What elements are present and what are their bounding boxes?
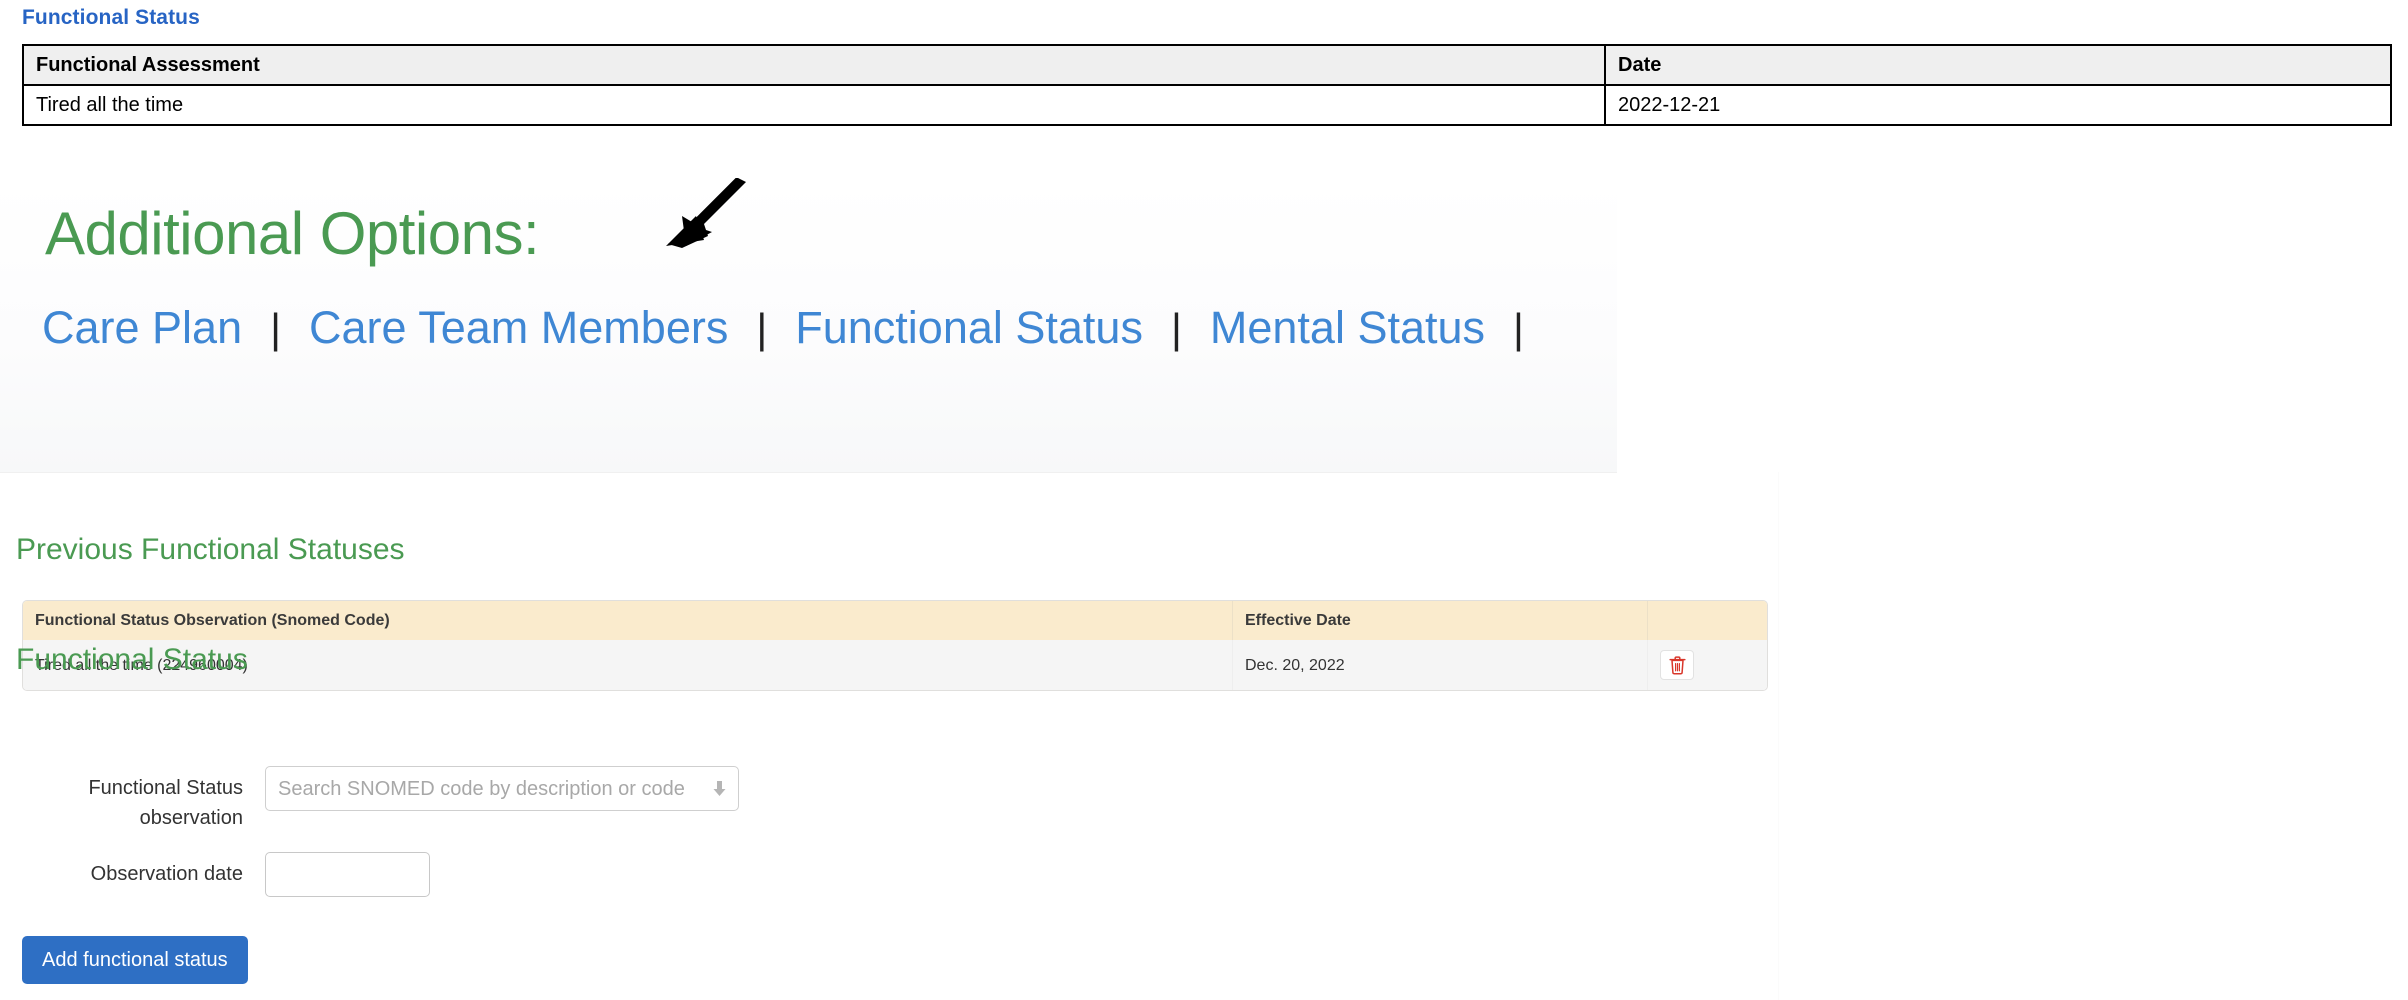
arrow-down-icon [713,781,726,796]
column-header-observation: Functional Status Observation (Snomed Co… [23,601,1233,641]
additional-options-title: Additional Options: [45,200,540,267]
page-title: Functional Status [22,6,200,29]
trash-icon [1668,656,1686,675]
select-placeholder-text: Search SNOMED code by description or cod… [278,777,685,800]
cell-date: 2022-12-21 [1604,84,2392,126]
label-functional-status-observation: Functional Status observation [88,777,243,829]
table-row: Tired all the time (224960004) Dec. 20, … [23,640,1767,691]
column-header-actions [1647,601,1767,641]
link-care-team-members[interactable]: Care Team Members [309,305,728,350]
table-row: Tired all the time 2022-12-21 [22,84,2392,126]
form-heading: Functional Status [16,643,248,676]
previous-statuses-table: Functional Status Observation (Snomed Co… [22,600,1768,692]
table-header-row: Functional Status Observation (Snomed Co… [23,601,1767,641]
link-separator: | [270,305,282,352]
table-header-row: Functional Assessment Date [22,44,2392,86]
form-row-functional-status-observation: Functional Status observation Search SNO… [0,766,739,833]
column-header-effective-date: Effective Date [1232,601,1648,641]
content-container-edge [1778,472,1779,1000]
previous-statuses-heading: Previous Functional Statuses [16,533,405,566]
cell-effective-date: Dec. 20, 2022 [1232,640,1648,691]
link-separator: | [756,305,768,352]
link-separator: | [1170,305,1182,352]
link-functional-status[interactable]: Functional Status [795,305,1143,350]
link-mental-status[interactable]: Mental Status [1210,305,1485,350]
link-care-plan[interactable]: Care Plan [42,305,242,350]
additional-options-links: Care Plan | Care Team Members | Function… [42,305,1552,350]
add-functional-status-button[interactable]: Add functional status [22,936,248,984]
delete-row-button[interactable] [1660,650,1694,681]
functional-status-summary-table: Functional Assessment Date Tired all the… [22,44,2392,126]
cell-functional-assessment: Tired all the time [22,84,1606,126]
link-separator: | [1513,305,1524,352]
label-observation-date: Observation date [90,863,243,885]
column-header-functional-assessment: Functional Assessment [22,44,1606,86]
form-row-observation-date: Observation date [0,852,430,897]
functional-status-observation-select[interactable]: Search SNOMED code by description or cod… [265,766,739,811]
column-header-date: Date [1604,44,2392,86]
observation-date-input[interactable] [265,852,430,897]
cell-actions [1647,640,1767,691]
additional-options-panel: Additional Options: Care Plan | Care Tea… [0,180,1617,473]
